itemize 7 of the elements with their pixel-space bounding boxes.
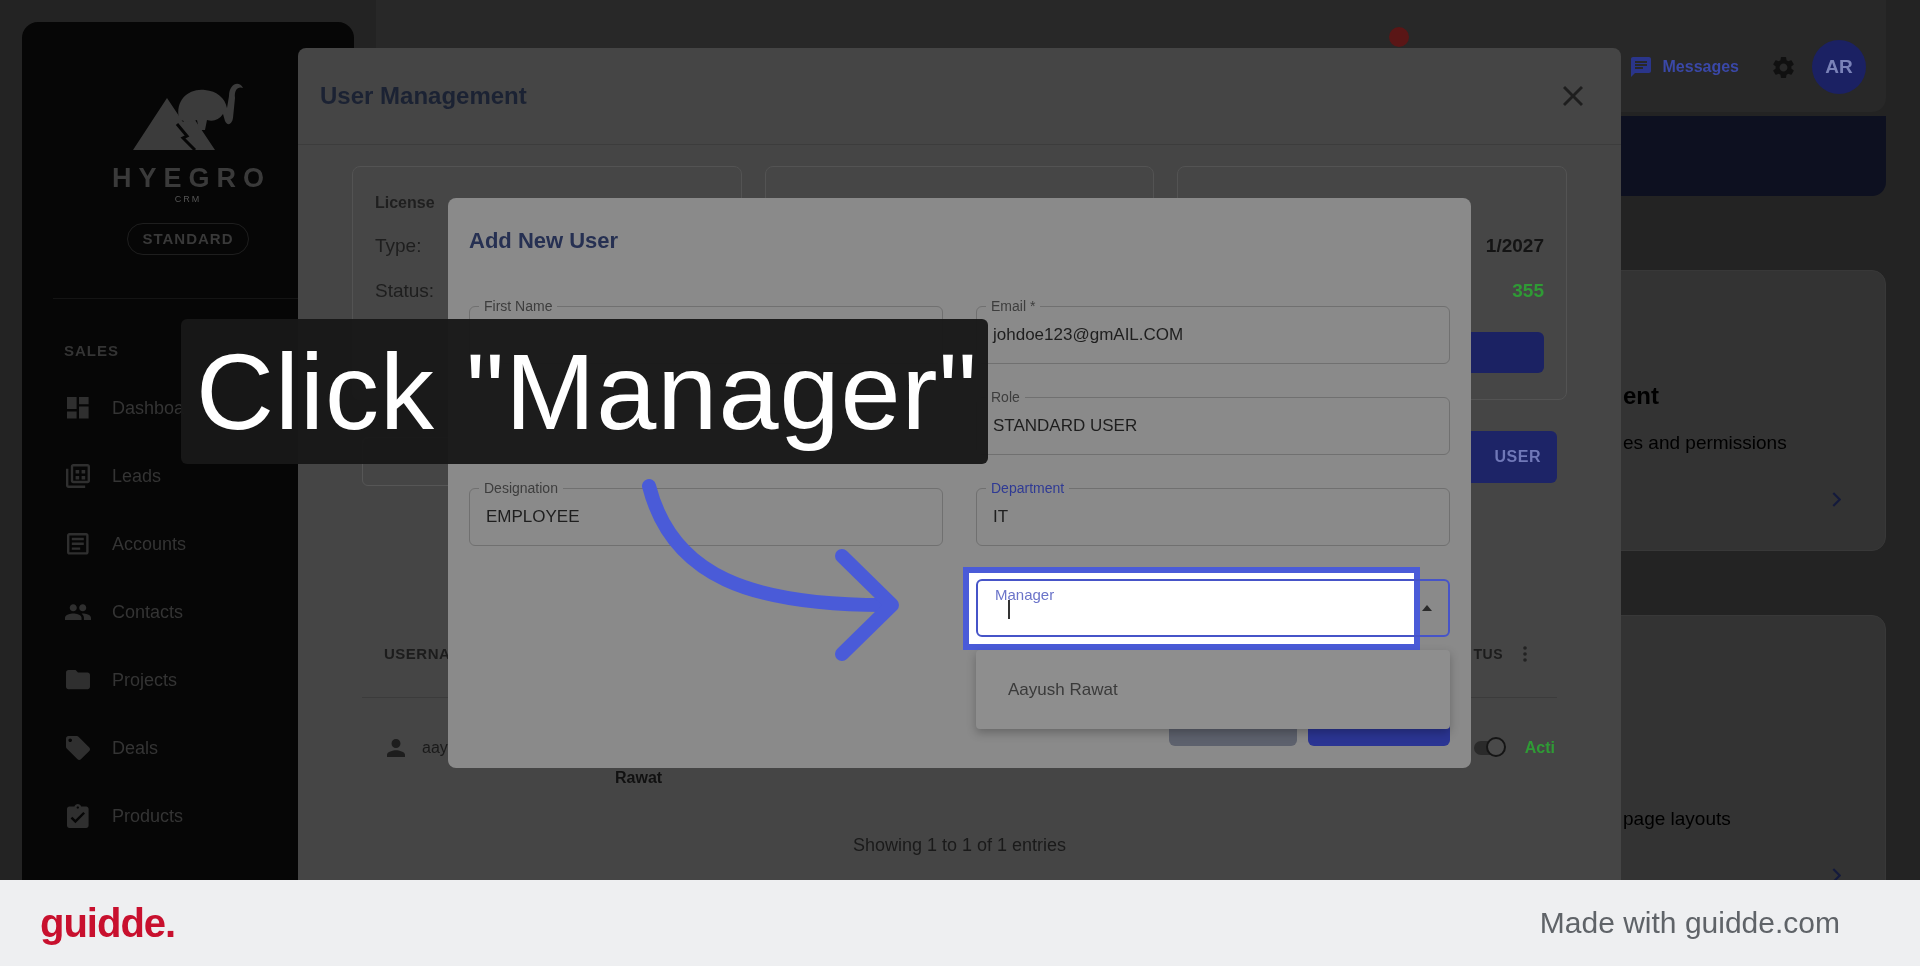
credit-text: Made with guidde.com [1539, 906, 1840, 940]
status-text: Acti [1524, 739, 1555, 757]
dialog-title: Add New User [469, 227, 619, 255]
instruction-caption: Click "Manager" [181, 319, 988, 464]
brand-logo: guidde. [40, 900, 176, 946]
brand-subtitle: CRM [174, 194, 202, 204]
field-value: 355 [1512, 279, 1544, 303]
